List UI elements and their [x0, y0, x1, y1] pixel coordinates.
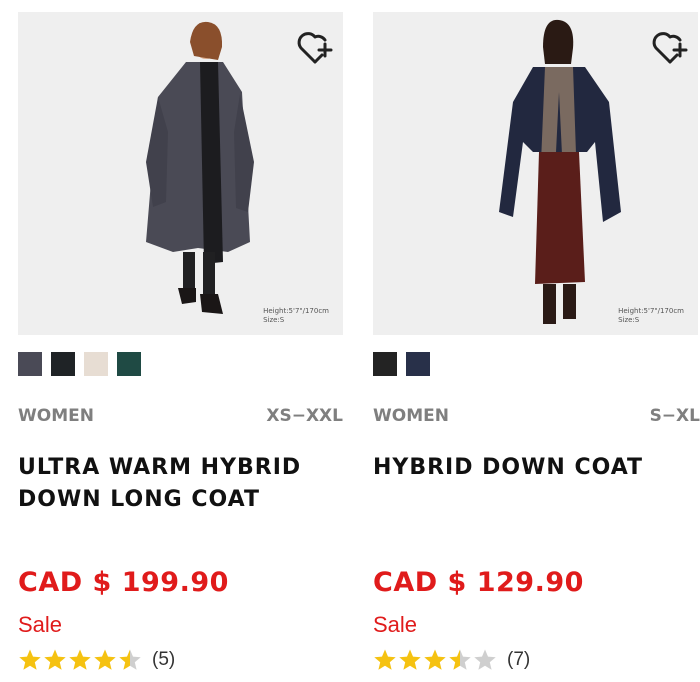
star-full-icon: [399, 649, 421, 670]
star-full-icon: [19, 649, 41, 670]
star-half-icon: [119, 649, 141, 670]
color-swatch-black[interactable]: [51, 352, 75, 376]
color-swatch-black[interactable]: [373, 352, 397, 376]
model-size: Size:S: [263, 316, 285, 324]
heart-plus-icon[interactable]: [650, 28, 690, 68]
product-meta: WOMEN XS−XXL: [18, 406, 343, 426]
product-name-line: HYBRID DOWN COAT: [373, 455, 644, 480]
sale-label: Sale: [18, 612, 63, 637]
product-card[interactable]: Height:5'7"/170cm Size:S WOMEN S−XL HYBR…: [373, 0, 700, 682]
star-full-icon: [424, 649, 446, 670]
model-height: Height:5'7"/170cm: [618, 307, 684, 315]
model-info: Height:5'7"/170cm Size:S: [263, 307, 329, 325]
product-name-line: ULTRA WARM HYBRID: [18, 455, 302, 480]
product-meta: WOMEN S−XL: [373, 406, 700, 426]
product-image[interactable]: Height:5'7"/170cm Size:S: [18, 12, 343, 335]
star-full-icon: [44, 649, 66, 670]
star-full-icon: [69, 649, 91, 670]
product-name[interactable]: ULTRA WARM HYBRID DOWN LONG COAT: [18, 452, 338, 516]
heart-plus-icon[interactable]: [295, 28, 335, 68]
product-category: WOMEN: [18, 406, 94, 426]
sale-label: Sale: [373, 612, 418, 637]
star-full-icon: [94, 649, 116, 670]
product-rating[interactable]: (7): [373, 648, 530, 672]
review-count: (7): [507, 649, 531, 670]
color-swatches: [18, 352, 141, 376]
model-height: Height:5'7"/170cm: [263, 307, 329, 315]
product-image[interactable]: Height:5'7"/170cm Size:S: [373, 12, 698, 335]
rating-stars: [373, 648, 497, 672]
review-count: (5): [152, 649, 176, 670]
color-swatch-gray[interactable]: [18, 352, 42, 376]
star-half-icon: [449, 649, 471, 670]
color-swatches: [373, 352, 430, 376]
product-card[interactable]: Height:5'7"/170cm Size:S WOMEN XS−XXL UL…: [18, 0, 343, 682]
model-info: Height:5'7"/170cm Size:S: [618, 307, 684, 325]
product-name-line: DOWN LONG COAT: [18, 487, 260, 512]
product-sizes: XS−XXL: [266, 406, 343, 426]
product-rating[interactable]: (5): [18, 648, 175, 672]
color-swatch-natural[interactable]: [84, 352, 108, 376]
model-size: Size:S: [618, 316, 640, 324]
product-category: WOMEN: [373, 406, 449, 426]
star-full-icon: [374, 649, 396, 670]
rating-stars: [18, 648, 142, 672]
product-sizes: S−XL: [649, 406, 700, 426]
color-swatch-navy[interactable]: [406, 352, 430, 376]
product-price: CAD $ 129.90: [373, 567, 584, 598]
color-swatch-green[interactable]: [117, 352, 141, 376]
product-price: CAD $ 199.90: [18, 567, 229, 598]
star-empty-icon: [474, 649, 496, 670]
product-name[interactable]: HYBRID DOWN COAT: [373, 452, 693, 484]
